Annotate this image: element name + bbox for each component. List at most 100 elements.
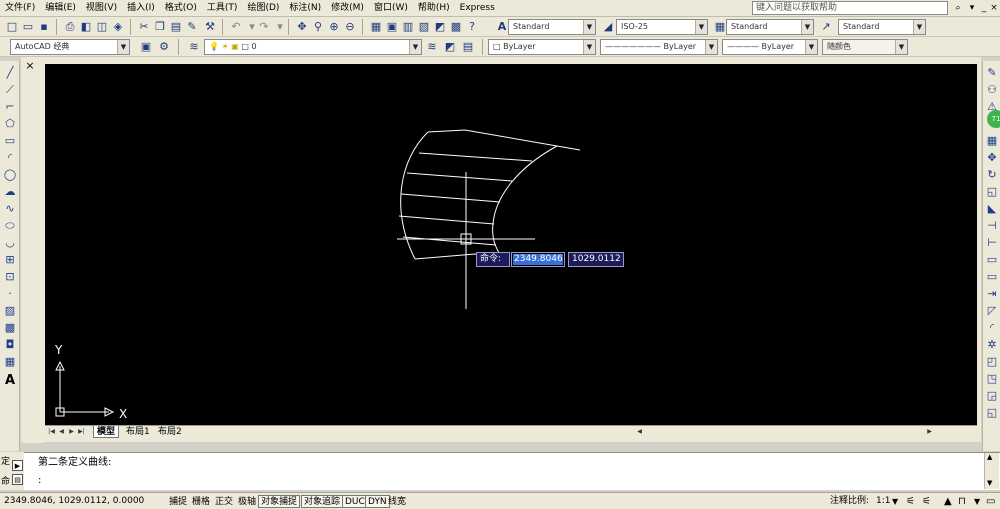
notification-badge[interactable]: 71	[987, 110, 1000, 128]
region-icon[interactable]: ◘	[2, 337, 18, 352]
table-icon[interactable]: ▦	[2, 354, 18, 369]
copy-object-icon[interactable]: ⚇	[984, 82, 1000, 97]
chamfer-icon[interactable]: ◸	[984, 303, 1000, 318]
rectangle-icon[interactable]: ▭	[2, 133, 18, 148]
prev-tab-icon[interactable]: ◀	[57, 427, 66, 437]
array-icon[interactable]: ▦	[984, 133, 1000, 148]
scroll-down-icon[interactable]: ▼	[987, 479, 992, 487]
dim-style-icon[interactable]: ◢	[600, 19, 616, 35]
dynamic-input-x-field[interactable]: 2349.8046	[511, 252, 565, 267]
help-search-input[interactable]: 键入问题以获取帮助	[752, 1, 948, 15]
multileader-style-icon[interactable]: ↗	[818, 19, 834, 35]
redo-dropdown-icon[interactable]: ▾	[272, 19, 288, 35]
toolbar-lock-icon[interactable]: ▲	[944, 495, 952, 508]
gradient-icon[interactable]: ▩	[2, 320, 18, 335]
lineweight-control-select[interactable]: ———— ByLayer ▼	[722, 39, 818, 55]
text-style-select[interactable]: Standard ▼	[508, 19, 596, 35]
publish-icon[interactable]: ◫	[94, 19, 110, 35]
pan-icon[interactable]: ✥	[294, 19, 310, 35]
menu-view[interactable]: 视图(V)	[81, 1, 122, 16]
scroll-right-icon[interactable]: ▶	[925, 427, 934, 437]
break-at-point-icon[interactable]: ▭	[984, 252, 1000, 267]
join-icon[interactable]: ⇥	[984, 286, 1000, 301]
new-icon[interactable]: □	[4, 19, 20, 35]
layer-states-icon[interactable]: ▤	[460, 39, 476, 55]
toggle-snap[interactable]: 捕捉	[166, 495, 190, 508]
linetype-control-select[interactable]: ——————— ByLayer ▼	[600, 39, 718, 55]
make-current-layer-icon[interactable]: ≋	[424, 39, 440, 55]
3d-dwf-icon[interactable]: ◈	[110, 19, 126, 35]
toggle-grid[interactable]: 栅格	[189, 495, 213, 508]
workspace-save-icon[interactable]: ⚙	[156, 39, 172, 55]
markup-icon[interactable]: ◩	[432, 19, 448, 35]
help-icon[interactable]: ?	[464, 19, 480, 35]
tab-layout2[interactable]: 布局2	[155, 426, 185, 438]
revision-cloud-icon[interactable]: ☁	[2, 184, 18, 199]
text-above-icon[interactable]: ◱	[984, 405, 1000, 420]
match-properties-icon[interactable]: ✎	[184, 19, 200, 35]
save-icon[interactable]: ▪	[36, 19, 52, 35]
chevron-down-icon[interactable]: ▼	[974, 495, 980, 508]
move-icon[interactable]: ✥	[984, 150, 1000, 165]
trim-icon[interactable]: ⊣	[984, 218, 1000, 233]
cut-icon[interactable]: ✂	[136, 19, 152, 35]
calculator-icon[interactable]: ▩	[448, 19, 464, 35]
clean-screen-icon[interactable]: ▭	[986, 495, 995, 508]
command-expand-icon[interactable]: ▶	[12, 460, 23, 471]
zoom-previous-icon[interactable]: ⊖	[342, 19, 358, 35]
last-tab-icon[interactable]: ▶|	[77, 427, 86, 437]
undo-icon[interactable]: ↶	[228, 19, 244, 35]
design-center-icon[interactable]: ▣	[384, 19, 400, 35]
menu-insert[interactable]: 插入(I)	[122, 1, 160, 16]
polygon-icon[interactable]: ⬠	[2, 116, 18, 131]
redo-icon[interactable]: ↷	[256, 19, 272, 35]
arc-icon[interactable]: ◜	[2, 150, 18, 165]
extend-icon[interactable]: ⊢	[984, 235, 1000, 250]
annotation-visibility-icon[interactable]: ⚟	[906, 495, 915, 508]
workspace-settings-icon[interactable]: ▣	[138, 39, 154, 55]
menu-file[interactable]: 文件(F)	[0, 1, 40, 16]
menu-tools[interactable]: 工具(T)	[202, 1, 243, 16]
command-window[interactable]	[0, 452, 1000, 490]
close-drawing-icon[interactable]: ×	[23, 60, 37, 73]
menu-window[interactable]: 窗口(W)	[369, 1, 413, 16]
toggle-osnap[interactable]: 对象捕捉	[258, 495, 301, 508]
open-icon[interactable]: ▭	[20, 19, 36, 35]
make-block-icon[interactable]: ⊡	[2, 269, 18, 284]
line-icon[interactable]: ╱	[2, 65, 18, 80]
tab-model[interactable]: 模型	[93, 426, 120, 438]
tab-layout1[interactable]: 布局1	[123, 426, 153, 438]
scroll-up-icon[interactable]: ▲	[987, 453, 992, 461]
rotate-icon[interactable]: ↻	[984, 167, 1000, 182]
next-tab-icon[interactable]: ▶	[67, 427, 76, 437]
plot-preview-icon[interactable]: ◧	[78, 19, 94, 35]
break-icon[interactable]: ▭	[984, 269, 1000, 284]
explode-icon[interactable]: ✲	[984, 337, 1000, 352]
erase-icon[interactable]: ✎	[984, 65, 1000, 80]
plot-style-select[interactable]: 随颜色 ▼	[822, 39, 908, 55]
point-icon[interactable]: ·	[2, 286, 18, 301]
menu-draw[interactable]: 绘图(D)	[242, 1, 284, 16]
toggle-lineweight[interactable]: 线宽	[385, 495, 409, 508]
table-style-select[interactable]: Standard ▼	[726, 19, 814, 35]
search-icon[interactable]: ⌕	[952, 2, 964, 14]
chevron-down-icon[interactable]: ▼	[892, 495, 898, 508]
horizontal-scrollbar[interactable]: ◀ ▶	[235, 427, 975, 438]
properties-icon[interactable]: ▦	[368, 19, 384, 35]
fillet-icon[interactable]: ◜	[984, 320, 1000, 335]
drawing-canvas[interactable]: Y X 命令: 2349.8046 1029.0112	[45, 64, 977, 425]
block-editor-icon[interactable]: ⚒	[202, 19, 218, 35]
construction-line-icon[interactable]: ⟋	[2, 82, 18, 97]
dropdown-arrow-icon[interactable]: ▾	[966, 2, 978, 14]
send-back-icon[interactable]: ◲	[984, 388, 1000, 403]
auto-scale-icon[interactable]: ⚟	[922, 495, 931, 508]
polyline-icon[interactable]: ⌐	[2, 99, 18, 114]
color-control-select[interactable]: □ ByLayer ▼	[488, 39, 596, 55]
toggle-otrack[interactable]: 对象追踪	[301, 495, 344, 508]
menu-modify[interactable]: 修改(M)	[326, 1, 369, 16]
toggle-polar[interactable]: 极轴	[235, 495, 259, 508]
workspace-select[interactable]: AutoCAD 经典 ▼	[10, 39, 130, 55]
scroll-left-icon[interactable]: ◀	[635, 427, 644, 437]
menu-express[interactable]: Express	[455, 1, 500, 16]
lock-icon[interactable]: ⊓	[958, 495, 966, 508]
